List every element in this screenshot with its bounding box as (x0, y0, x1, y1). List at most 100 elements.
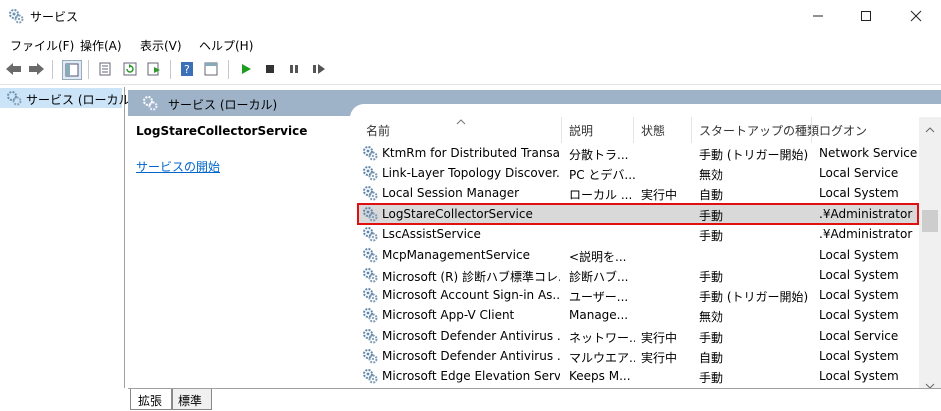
panel-title: サービス (ローカル) (168, 98, 278, 112)
service-logon-cell: .¥Administrator (819, 227, 913, 241)
maximize-button[interactable] (843, 0, 889, 32)
refresh-button[interactable] (121, 60, 139, 78)
table-row[interactable]: LscAssistService 手動 .¥Administrator (358, 224, 918, 244)
show-hide-console-tree-button[interactable] (62, 60, 82, 80)
service-gear-icon (362, 348, 378, 364)
restart-icon (313, 64, 325, 74)
column-header-logon[interactable]: ログオン (819, 122, 867, 139)
menu-action[interactable]: 操作(A) (80, 37, 122, 54)
column-divider[interactable] (811, 117, 812, 143)
table-row[interactable]: Link-Layer Topology Discover... PC とデバ..… (358, 163, 918, 183)
toolbar-separator (228, 60, 229, 79)
service-logon-cell: Local Service (819, 329, 899, 343)
tab-standard-label: 標準 (178, 394, 203, 408)
start-service-button[interactable] (237, 60, 255, 78)
column-divider[interactable] (691, 117, 692, 143)
vertical-scrollbar[interactable] (919, 117, 941, 388)
menu-file[interactable]: ファイル(F) (10, 37, 74, 54)
column-divider[interactable] (561, 117, 562, 143)
close-button[interactable] (893, 0, 939, 32)
stop-service-button[interactable] (261, 60, 279, 78)
scroll-up-icon[interactable] (925, 122, 935, 136)
table-row[interactable]: Microsoft App-V Client Manage... 無効 Loca… (358, 305, 918, 325)
service-description-cell: 診断ハブ... (569, 270, 629, 284)
table-row[interactable]: KtmRm for Distributed Transa... 分散トラ... … (358, 143, 918, 163)
service-startup-cell: 手動 (699, 371, 724, 385)
service-gear-icon (362, 287, 378, 303)
column-header-name[interactable]: 名前 (366, 122, 390, 139)
services-gear-icon (6, 90, 22, 106)
column-divider[interactable] (633, 117, 634, 143)
refresh-icon (123, 62, 137, 76)
export-icon (147, 62, 160, 76)
service-name-cell: Microsoft Account Sign-in As... (382, 288, 560, 302)
back-button[interactable] (5, 60, 23, 78)
service-description-cell: ネットワー... (569, 331, 635, 345)
properties-icon (99, 62, 111, 76)
service-logon-cell: Local System (819, 349, 899, 363)
service-gear-icon (362, 145, 378, 161)
service-logon-cell: Local Service (819, 166, 899, 180)
service-name-cell: Microsoft (R) 診断ハブ標準コレ... (382, 270, 560, 284)
service-logon-cell: Local System (819, 248, 899, 262)
service-startup-cell: 無効 (699, 168, 724, 182)
help-button[interactable]: ? (178, 60, 196, 78)
table-row[interactable]: Microsoft Defender Antivirus ... マルウエア..… (358, 346, 918, 366)
minimize-button[interactable] (795, 0, 841, 32)
service-gear-icon (362, 247, 378, 263)
table-row[interactable]: Local Session Manager ローカル ... 実行中 自動 Lo… (358, 183, 918, 203)
service-startup-cell: 手動 (トリガー開始) (699, 148, 809, 162)
table-row[interactable]: Microsoft Defender Antivirus ... ネットワー..… (358, 326, 918, 346)
stop-icon (266, 65, 274, 73)
selected-service-name: LogStareCollectorService (136, 124, 308, 138)
service-gear-icon (362, 307, 378, 323)
service-name-cell: Microsoft App-V Client (382, 308, 515, 322)
table-row[interactable]: McpManagementService <説明を... Local Syste… (358, 245, 918, 265)
table-row[interactable]: Microsoft (R) 診断ハブ標準コレ... 診断ハブ... 手動 Loc… (358, 265, 918, 285)
column-header-startup-type[interactable]: スタートアップの種類 (699, 122, 819, 139)
menu-help[interactable]: ヘルプ(H) (199, 37, 253, 54)
service-description-cell: Keeps M... (569, 369, 631, 383)
service-gear-icon (362, 267, 378, 283)
console-tree (0, 87, 125, 388)
service-logon-cell: Local System (819, 288, 899, 302)
column-header-status[interactable]: 状態 (641, 122, 665, 139)
service-startup-cell: 無効 (699, 310, 724, 324)
service-name-cell: Microsoft Edge Elevation Serv... (382, 369, 560, 383)
help-icon: ? (181, 62, 193, 76)
show-hide-action-pane-button[interactable] (202, 60, 220, 78)
menu-view[interactable]: 表示(V) (140, 37, 182, 54)
toolbar-separator (170, 60, 171, 79)
service-description-cell: ローカル ... (569, 188, 633, 202)
arrow-left-icon (6, 63, 21, 75)
forward-button[interactable] (27, 60, 45, 78)
action-pane-icon (204, 62, 218, 76)
scrollbar-thumb[interactable] (922, 210, 938, 232)
pause-service-button[interactable] (285, 60, 303, 78)
properties-button[interactable] (96, 60, 114, 78)
table-row[interactable]: Microsoft Edge Elevation Serv... Keeps M… (358, 366, 918, 386)
service-startup-cell: 手動 (699, 331, 724, 345)
export-list-button[interactable] (145, 60, 163, 78)
close-icon (910, 10, 922, 22)
play-icon (242, 64, 251, 74)
tab-extended-label: 拡張 (138, 394, 163, 408)
service-name-cell: Microsoft Defender Antivirus ... (382, 329, 560, 343)
table-row[interactable]: Microsoft Account Sign-in As... ユーザー... … (358, 285, 918, 305)
service-logon-cell: Local System (819, 308, 899, 322)
service-startup-cell: 自動 (699, 188, 724, 202)
toolbar-separator (88, 60, 89, 79)
window-title: サービス (30, 10, 79, 24)
view-tabs (128, 388, 941, 411)
service-name-cell: LscAssistService (382, 227, 481, 241)
service-status-cell: 実行中 (641, 331, 678, 345)
sort-ascending-icon (456, 114, 466, 128)
column-header-description[interactable]: 説明 (569, 122, 593, 139)
toolbar (0, 56, 941, 85)
start-service-link[interactable]: サービスの開始 (136, 158, 220, 175)
service-startup-cell: 手動 (トリガー開始) (699, 290, 809, 304)
service-description-cell: <説明を... (569, 250, 627, 264)
service-description-cell: ユーザー... (569, 290, 629, 304)
restart-service-button[interactable] (310, 60, 328, 78)
service-name-cell: Microsoft Defender Antivirus ... (382, 349, 560, 363)
